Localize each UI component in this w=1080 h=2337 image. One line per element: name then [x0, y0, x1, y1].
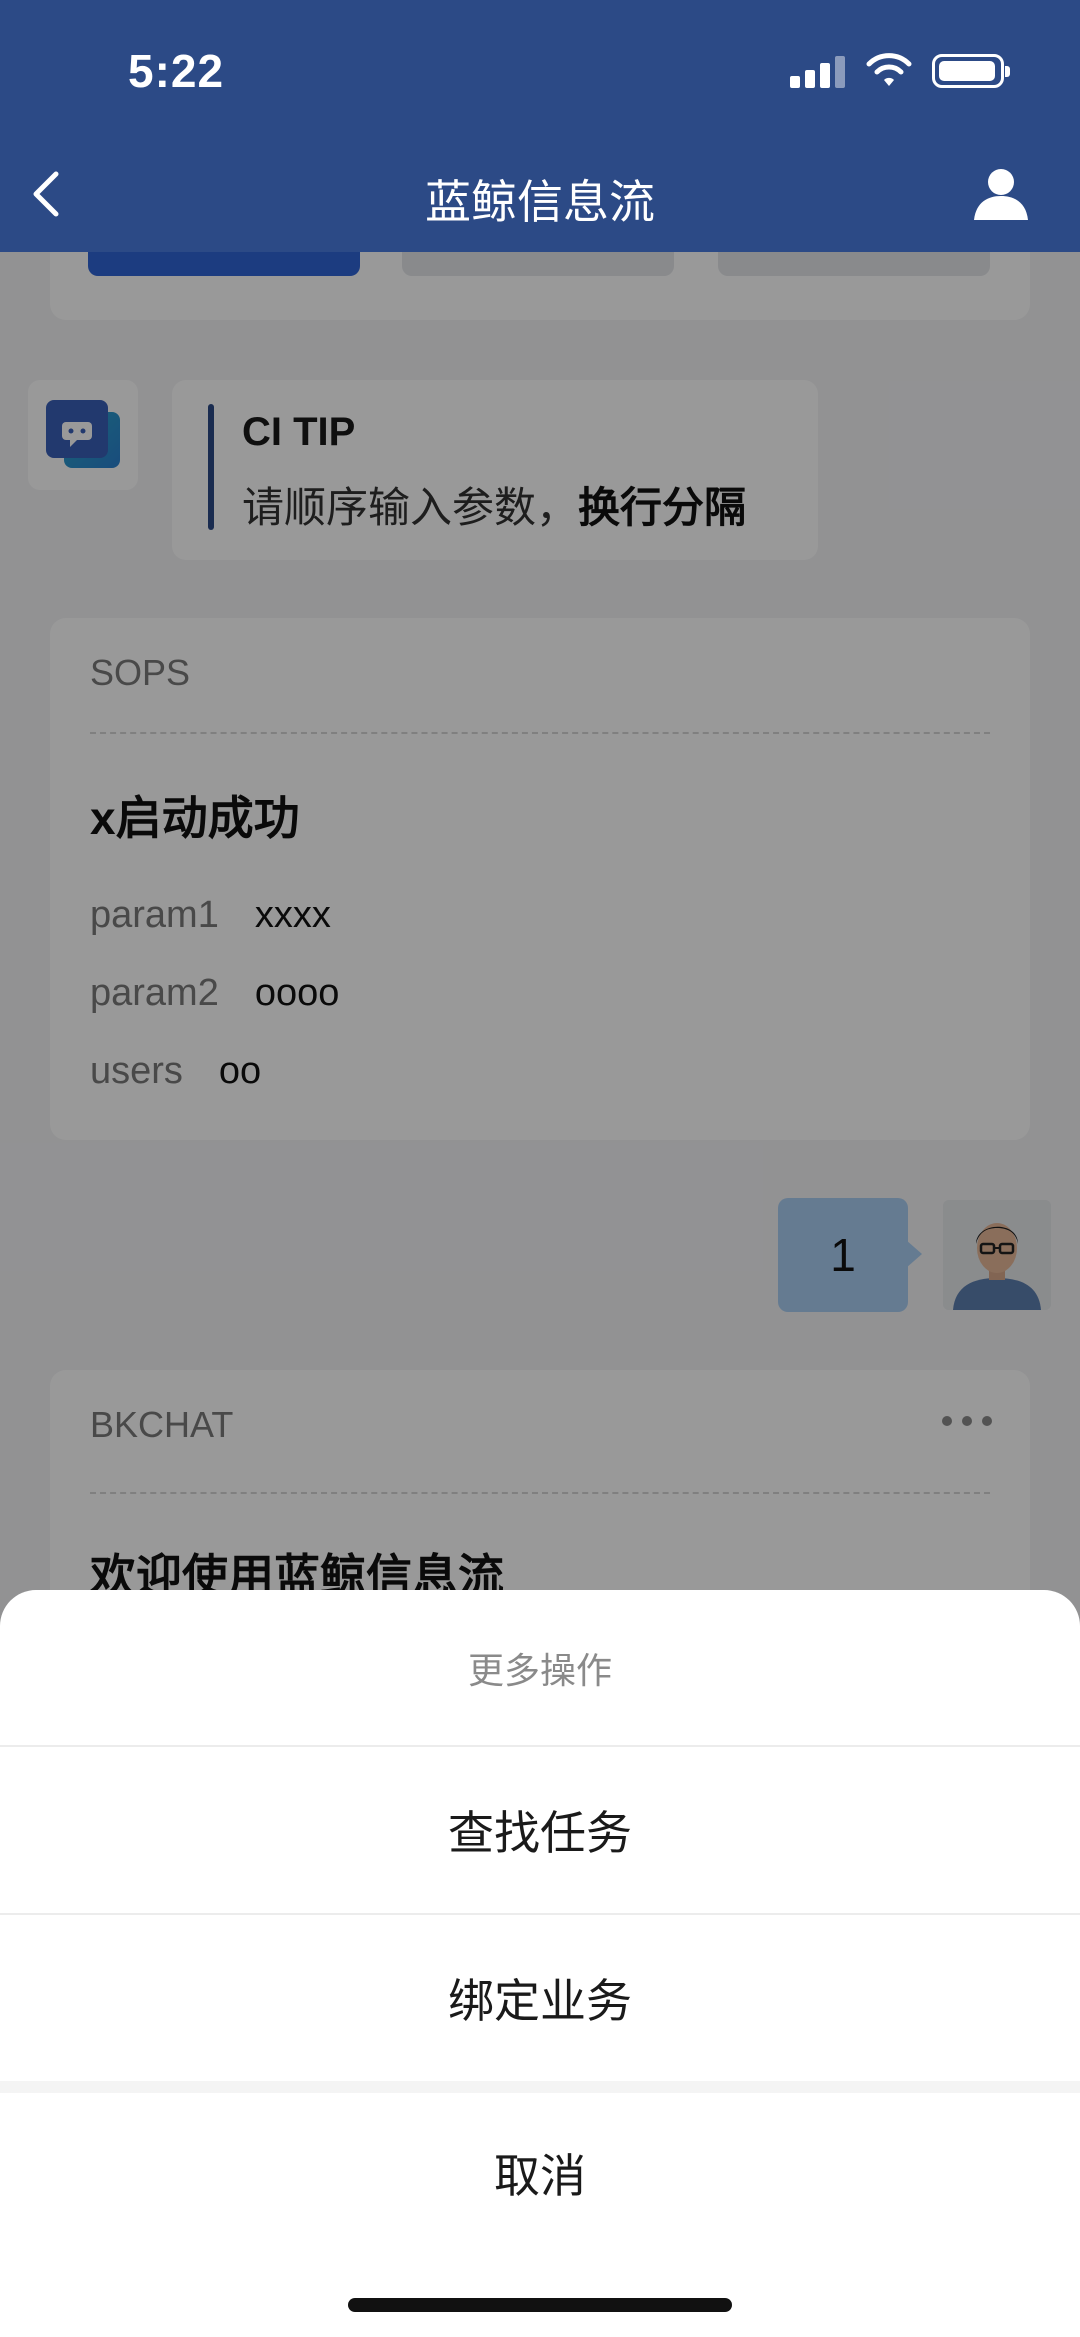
page-title: 蓝鲸信息流 [425, 176, 655, 228]
signal-icon [790, 56, 846, 88]
find-task-button[interactable]: 查找任务 [0, 1747, 1080, 1913]
sheet-gap [0, 2081, 1080, 2093]
action-sheet: 更多操作 查找任务 绑定业务 取消 [0, 1590, 1080, 2337]
status-bar: 5:22 [0, 0, 1080, 140]
sheet-title: 更多操作 [467, 1650, 612, 1691]
battery-icon [932, 54, 1010, 88]
nav-bar: 蓝鲸信息流 [0, 140, 1080, 252]
status-time: 5:22 [128, 45, 225, 97]
app-header: 5:22 蓝鲸信息流 [0, 0, 1080, 252]
profile-icon[interactable] [970, 162, 1032, 224]
cancel-button[interactable]: 取消 [0, 2093, 1080, 2253]
home-indicator[interactable] [348, 2298, 732, 2312]
bind-business-button[interactable]: 绑定业务 [0, 1915, 1080, 2081]
wifi-icon [866, 53, 912, 86]
